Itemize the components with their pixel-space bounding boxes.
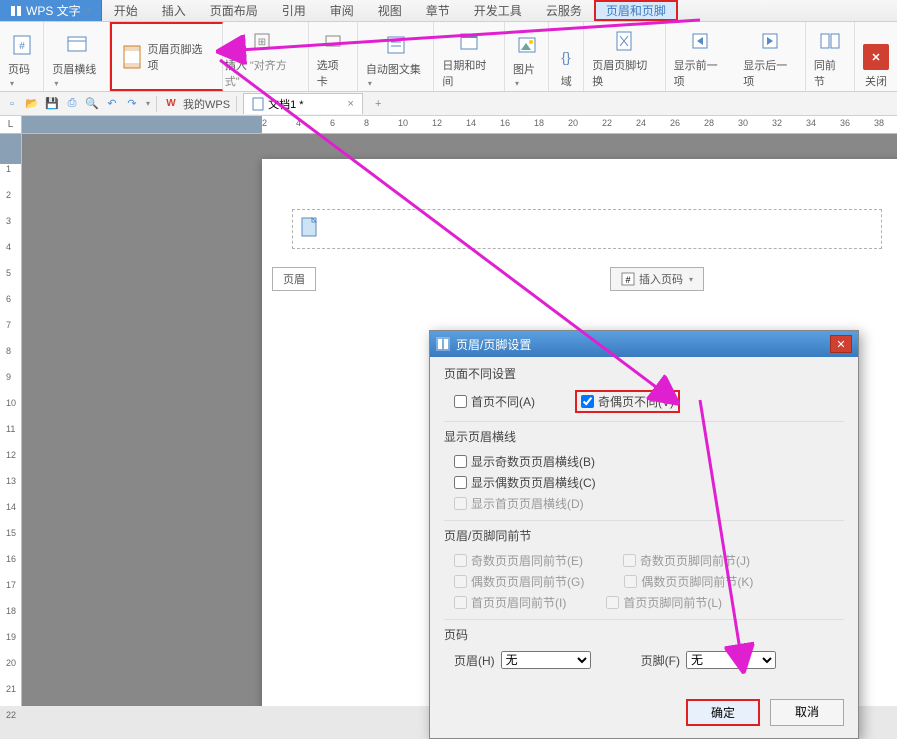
doc-icon: [252, 97, 264, 111]
dialog-close-button[interactable]: ✕: [830, 335, 852, 353]
header-line-icon: [66, 34, 88, 56]
svg-text:#: #: [19, 41, 25, 52]
menu-cloud[interactable]: 云服务: [534, 0, 594, 21]
ribbon-show-next[interactable]: 显示后一项: [735, 22, 806, 91]
doc-tab[interactable]: 文档1 * ×: [243, 93, 363, 114]
section-same-prev: 页眉/页脚同前节: [444, 527, 844, 544]
ribbon-hf-switch[interactable]: 页眉页脚切换: [584, 22, 665, 91]
save-icon[interactable]: 💾: [44, 96, 60, 112]
autotext-icon: [386, 35, 406, 55]
picture-icon: [517, 35, 537, 55]
ok-button[interactable]: 确定: [686, 699, 760, 726]
page-number-small-icon: #: [621, 272, 635, 286]
ribbon-same-prev[interactable]: 同前节: [806, 22, 855, 91]
menu-bar: WPS 文字 ▾ 开始 插入 页面布局 引用 审阅 视图 章节 开发工具 云服务…: [0, 0, 897, 22]
dialog-titlebar[interactable]: 页眉/页脚设置 ✕: [430, 331, 858, 357]
dialog-app-icon: [436, 337, 450, 351]
svg-text:#: #: [625, 275, 630, 285]
page-number-icon: #: [11, 34, 33, 56]
checkbox-odd-even-diff[interactable]: 奇偶页不同(V): [575, 390, 680, 413]
checkbox-first-page-diff[interactable]: 首页不同(A): [454, 390, 535, 413]
checkbox-odd-header-sp: 奇数页页眉同前节(E): [454, 552, 583, 569]
menu-references[interactable]: 引用: [270, 0, 318, 21]
app-name: WPS 文字: [26, 2, 81, 19]
header-zone[interactable]: [292, 209, 882, 249]
menu-header-footer[interactable]: 页眉和页脚: [594, 0, 678, 21]
home-tab[interactable]: 我的WPS: [183, 96, 230, 112]
ribbon-page-number[interactable]: # 页码▾: [0, 22, 44, 91]
section-page-diff: 页面不同设置: [444, 365, 844, 382]
checkbox-odd-header-line[interactable]: 显示奇数页页眉横线(B): [454, 453, 595, 470]
ribbon: # 页码▾ 页眉横线▾ 页眉页脚选项 ⊞ 插入 "对齐方式" 选项卡 自动图文集…: [0, 22, 897, 92]
ribbon-picture[interactable]: 图片▾: [505, 22, 549, 91]
vertical-ruler[interactable]: 12345678910111213141516171819202122: [0, 134, 22, 706]
menu-review[interactable]: 审阅: [318, 0, 366, 21]
header-footer-dialog: 页眉/页脚设置 ✕ 页面不同设置 首页不同(A) 奇偶页不同(V) 显示页眉横线…: [429, 330, 859, 739]
printer-icon[interactable]: ⎙: [64, 96, 80, 112]
checkbox-first-footer-sp: 首页页脚同前节(L): [606, 594, 722, 611]
ruler-corner: L: [0, 116, 22, 133]
undo-icon[interactable]: ↶: [104, 96, 120, 112]
menu-devtools[interactable]: 开发工具: [462, 0, 534, 21]
svg-text:⊞: ⊞: [258, 37, 266, 48]
checkbox-first-header-line: 显示首页页眉横线(D): [454, 495, 584, 512]
menu-view[interactable]: 视图: [366, 0, 414, 21]
horizontal-ruler-row: L 2468101214161820222426283032343638: [0, 116, 897, 134]
ribbon-insert-align[interactable]: ⊞ 插入 "对齐方式": [223, 22, 309, 91]
qat-more-icon[interactable]: ▾: [146, 99, 150, 108]
wps-logo-icon: W: [163, 96, 179, 112]
ribbon-show-prev[interactable]: 显示前一项: [666, 22, 736, 91]
checkbox-odd-footer-sp: 奇数页页脚同前节(J): [623, 552, 750, 569]
ribbon-autotext[interactable]: 自动图文集▾: [358, 22, 434, 91]
insert-icon: ⊞: [253, 32, 271, 50]
menu-pagelayout[interactable]: 页面布局: [198, 0, 270, 21]
insert-page-number-button[interactable]: # 插入页码 ▾: [610, 267, 704, 291]
close-icon: ✕: [863, 44, 889, 70]
select-header-pn[interactable]: 页眉(H)无: [454, 651, 591, 669]
ribbon-datetime[interactable]: 日期和时间: [434, 22, 505, 91]
horizontal-ruler[interactable]: 2468101214161820222426283032343638: [22, 116, 897, 133]
add-tab-icon[interactable]: +: [367, 98, 389, 110]
header-tag: 页眉: [272, 267, 316, 291]
tab-close-icon[interactable]: ×: [348, 98, 354, 110]
checkbox-even-header-line[interactable]: 显示偶数页页眉横线(C): [454, 474, 596, 491]
new-icon[interactable]: ▫: [4, 96, 20, 112]
hf-switch-icon: [614, 30, 634, 52]
open-icon[interactable]: 📂: [24, 96, 40, 112]
chevron-down-icon: ▾: [689, 275, 693, 284]
ribbon-header-line[interactable]: 页眉横线▾: [44, 22, 110, 91]
menu-chapter[interactable]: 章节: [414, 0, 462, 21]
same-prev-icon: [819, 31, 841, 51]
section-header-line: 显示页眉横线: [444, 428, 844, 445]
redo-icon[interactable]: ↷: [124, 96, 140, 112]
menu-insert[interactable]: 插入: [150, 0, 198, 21]
dialog-title: 页眉/页脚设置: [456, 336, 531, 353]
app-menu-dropdown-icon: ▾: [87, 6, 91, 15]
checkbox-first-header-sp: 首页页眉同前节(I): [454, 594, 566, 611]
checkbox-even-footer-sp: 偶数页页脚同前节(K): [624, 573, 753, 590]
print-preview-icon[interactable]: 🔍: [84, 96, 100, 112]
datetime-icon: [459, 31, 479, 51]
prev-icon: [690, 31, 710, 51]
section-page-number: 页码: [444, 626, 844, 643]
header-doc-icon: [300, 217, 320, 237]
ribbon-field[interactable]: {} 域: [549, 22, 584, 91]
svg-text:{}: {}: [562, 49, 572, 65]
next-icon: [760, 31, 780, 51]
menu-start[interactable]: 开始: [102, 0, 150, 21]
hf-options-icon: [122, 44, 141, 70]
ribbon-options-tab[interactable]: 选项卡: [309, 22, 358, 91]
tab-icon: [324, 32, 342, 50]
field-icon: {}: [557, 48, 575, 66]
cancel-button[interactable]: 取消: [770, 699, 844, 726]
ribbon-header-footer-options[interactable]: 页眉页脚选项: [110, 22, 223, 91]
quick-access-bar: ▫ 📂 💾 ⎙ 🔍 ↶ ↷ ▾ W 我的WPS 文档1 * × +: [0, 92, 897, 116]
checkbox-even-header-sp: 偶数页页眉同前节(G): [454, 573, 584, 590]
select-footer-pn[interactable]: 页脚(F)无: [641, 651, 776, 669]
app-badge[interactable]: WPS 文字 ▾: [0, 0, 102, 21]
ribbon-close[interactable]: ✕ 关闭: [855, 22, 897, 91]
